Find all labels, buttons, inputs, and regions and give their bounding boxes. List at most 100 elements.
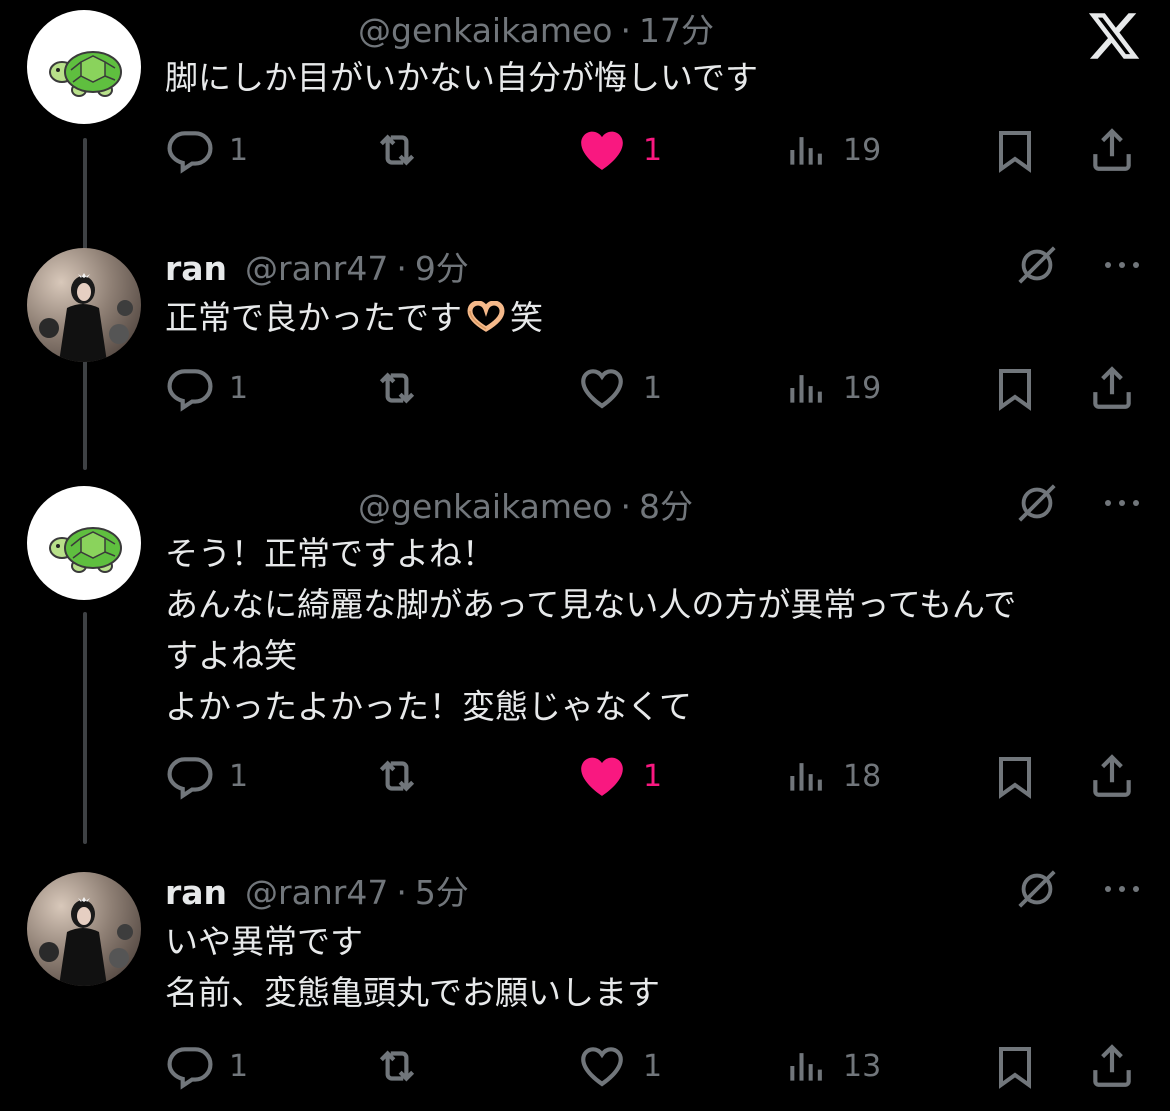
reply-button[interactable]: 1 [165, 124, 248, 176]
views-count: 18 [843, 758, 882, 794]
share-button[interactable] [1087, 1040, 1137, 1092]
grok-button[interactable] [1014, 866, 1060, 912]
reply-count: 1 [229, 758, 249, 794]
more-options-button[interactable] [1102, 879, 1142, 899]
post-controls [1014, 242, 1142, 288]
post-text-line: 脚にしか目がいかない自分が悔しいです [165, 58, 759, 97]
post-time[interactable]: 5分 [415, 866, 469, 914]
repost-icon [379, 134, 415, 166]
action-bar: 1 1 13 [165, 1040, 1140, 1092]
share-icon [1093, 1044, 1131, 1087]
views-button[interactable]: 19 [785, 362, 881, 414]
views-icon [790, 137, 822, 165]
post-text-line: そう！正常ですよね！ [165, 534, 495, 573]
post-time[interactable]: 17分 [639, 4, 714, 52]
share-icon [1093, 128, 1131, 171]
profile-photo-icon [39, 273, 133, 362]
post-header: @genkaikameo · 17分 [358, 4, 714, 54]
more-icon [1105, 262, 1139, 268]
thread-line [83, 612, 87, 844]
reply-count: 1 [229, 1048, 249, 1084]
grok-button[interactable] [1014, 480, 1060, 526]
bookmark-icon [999, 757, 1031, 799]
share-icon [1093, 366, 1131, 409]
views-count: 13 [843, 1048, 882, 1084]
post-header: @genkaikameo · 8分 [358, 480, 693, 530]
post-text-segment: 笑 [510, 298, 543, 337]
avatar-photo[interactable] [27, 872, 141, 986]
reply-count: 1 [229, 132, 249, 168]
views-button[interactable]: 19 [785, 124, 881, 176]
post-text-segment: 正常で良かったです [165, 298, 462, 337]
grok-icon [1018, 484, 1056, 522]
more-options-button[interactable] [1102, 493, 1142, 513]
more-icon [1105, 500, 1139, 506]
repost-icon [379, 372, 415, 404]
grok-icon [1018, 870, 1056, 908]
avatar-turtle[interactable] [27, 10, 141, 124]
share-button[interactable] [1087, 362, 1137, 414]
post-text-line: いや異常です [165, 922, 363, 961]
user-handle[interactable]: @genkaikameo [358, 487, 612, 526]
like-count: 1 [643, 132, 663, 168]
reply-button[interactable]: 1 [165, 362, 248, 414]
heart-hands-emoji [467, 301, 505, 332]
like-count: 1 [643, 758, 663, 794]
avatar-turtle[interactable] [27, 486, 141, 600]
display-name[interactable]: ran [165, 873, 227, 912]
heart-filled-icon [581, 757, 623, 796]
profile-photo-icon [39, 897, 133, 986]
avatar-photo[interactable] [27, 248, 141, 362]
user-handle[interactable]: @ranr47 [245, 249, 388, 288]
post-text-line: 正常で良かったです 笑 [165, 292, 1125, 343]
bookmark-button[interactable] [991, 1040, 1039, 1092]
repost-button[interactable] [370, 1040, 424, 1092]
reply-button[interactable]: 1 [165, 1040, 248, 1092]
separator-dot: · [620, 487, 631, 526]
share-icon [1093, 754, 1131, 797]
post-text: 正常で良かったです 笑 [165, 292, 1125, 343]
reply-icon [167, 131, 213, 174]
like-count: 1 [643, 370, 663, 406]
post-time[interactable]: 9分 [415, 242, 469, 290]
like-button[interactable]: 1 [575, 1040, 662, 1092]
share-button[interactable] [1087, 124, 1137, 176]
like-button[interactable]: 1 [575, 362, 662, 414]
heart-filled-icon [581, 131, 623, 170]
reply-button[interactable]: 1 [165, 750, 248, 802]
bookmark-button[interactable] [991, 362, 1039, 414]
like-button[interactable]: 1 [575, 750, 662, 802]
post-time[interactable]: 8分 [639, 480, 693, 528]
views-icon [790, 1053, 822, 1081]
bookmark-button[interactable] [991, 124, 1039, 176]
views-count: 19 [843, 370, 882, 406]
separator-dot: · [396, 249, 407, 288]
repost-button[interactable] [370, 750, 424, 802]
bookmark-button[interactable] [991, 750, 1039, 802]
views-button[interactable]: 13 [785, 1040, 881, 1092]
reply-icon [167, 1047, 213, 1090]
post-header: ran @ranr47 · 5分 [165, 866, 469, 916]
post-text-line: あんなに綺麗な脚があって見ない人の方が異常ってもんで [165, 585, 1017, 624]
action-bar: 1 1 18 [165, 750, 1140, 802]
repost-icon [379, 760, 415, 792]
turtle-avatar-icon [49, 527, 122, 573]
reply-icon [167, 369, 213, 412]
grok-button[interactable] [1014, 242, 1060, 288]
heart-outline-icon [581, 1047, 623, 1087]
more-options-button[interactable] [1102, 255, 1142, 275]
post-text-line: すよね笑 [165, 636, 297, 675]
like-button[interactable]: 1 [575, 124, 662, 176]
post-controls [1014, 480, 1142, 526]
repost-button[interactable] [370, 362, 424, 414]
post-text-line: よかったよかった！変態じゃなくて [165, 687, 693, 726]
share-button[interactable] [1087, 750, 1137, 802]
action-bar: 1 1 19 [165, 124, 1140, 176]
user-handle[interactable]: @ranr47 [245, 873, 388, 912]
views-button[interactable]: 18 [785, 750, 881, 802]
user-handle[interactable]: @genkaikameo [358, 11, 612, 50]
repost-button[interactable] [370, 124, 424, 176]
post-controls [1014, 866, 1142, 912]
action-bar: 1 1 19 [165, 362, 1140, 414]
display-name[interactable]: ran [165, 249, 227, 288]
